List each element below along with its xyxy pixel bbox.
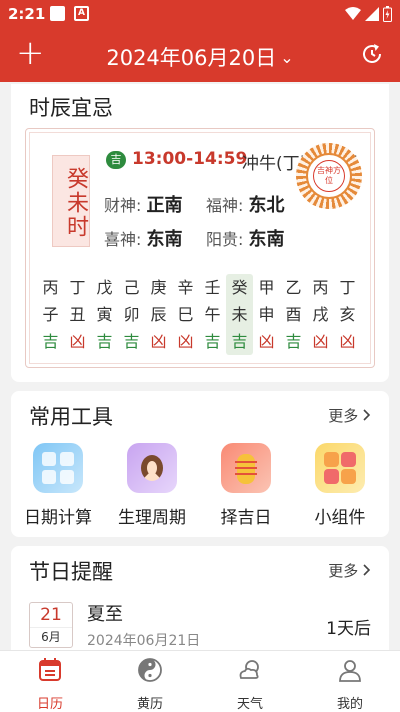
nav-item-weather[interactable]: 天气 xyxy=(200,651,300,712)
date-selector[interactable]: 2024年06月20日 ⌄ xyxy=(0,42,400,72)
profile-icon xyxy=(339,660,361,682)
tool-date-calc[interactable]: 日期计算 xyxy=(11,443,105,528)
wifi-icon xyxy=(345,7,361,20)
calculator-icon xyxy=(33,443,83,493)
time-range: 13:00-14:59 xyxy=(132,149,248,169)
battery-icon xyxy=(383,6,392,22)
header-date: 2024年06月20日 xyxy=(106,46,277,70)
hour-column[interactable]: 丁亥凶 xyxy=(334,274,361,355)
calendar-icon xyxy=(39,658,61,681)
hour-column[interactable]: 戊寅吉 xyxy=(91,274,118,355)
hour-column[interactable]: 己卯吉 xyxy=(118,274,145,355)
tool-widgets[interactable]: 小组件 xyxy=(293,443,387,528)
status-time: 2:21 xyxy=(8,5,46,23)
nav-item-almanac[interactable]: 黄历 xyxy=(100,651,200,712)
tool-label: 日期计算 xyxy=(24,508,92,528)
hour-column[interactable]: 壬午吉 xyxy=(199,274,226,355)
hour-grid: 丙子吉 丁丑凶 戊寅吉 己卯吉 庚辰凶 辛巳凶 壬午吉 癸未吉 甲申凶 乙酉吉 … xyxy=(37,274,361,355)
festival-more-link[interactable]: 更多 xyxy=(328,560,371,581)
chevron-right-icon xyxy=(363,409,371,421)
tool-auspicious-day[interactable]: 择吉日 xyxy=(199,443,293,528)
nav-item-calendar[interactable]: 日历 xyxy=(0,651,100,712)
lantern-icon xyxy=(221,443,271,493)
chevron-down-icon: ⌄ xyxy=(280,48,294,67)
tool-cycle[interactable]: 生理周期 xyxy=(105,443,199,528)
puzzle-icon xyxy=(315,443,365,493)
festival-title: 节日提醒 xyxy=(29,560,113,584)
festival-countdown: 1天后 xyxy=(326,619,371,639)
hour-column[interactable]: 丙子吉 xyxy=(37,274,64,355)
chevron-right-icon xyxy=(363,564,371,576)
refresh-icon[interactable] xyxy=(360,42,384,66)
notification-icon xyxy=(50,6,65,21)
god-direction-wealth: 财神: 正南 xyxy=(104,195,183,216)
status-bar: 2:21 A xyxy=(0,0,400,28)
festival-card: 节日提醒 更多 21 6月 夏至 2024年06月21日 1天后 xyxy=(11,546,389,666)
tools-card: 常用工具 更多 日期计算 生理周期 择吉日 小组件 xyxy=(11,391,389,537)
festival-date-box: 21 6月 xyxy=(29,602,73,648)
wheel-label: 吉神方位 xyxy=(313,160,345,192)
hour-column-active[interactable]: 癸未吉 xyxy=(226,274,253,355)
app-header: + 2024年06月20日 ⌄ xyxy=(0,28,400,82)
festival-name: 夏至 xyxy=(87,604,123,625)
weather-icon xyxy=(239,660,259,679)
hour-column[interactable]: 甲申凶 xyxy=(253,274,280,355)
hour-column[interactable]: 庚辰凶 xyxy=(145,274,172,355)
god-direction-joy: 喜神: 东南 xyxy=(104,229,183,250)
tools-more-link[interactable]: 更多 xyxy=(328,405,371,426)
hour-column[interactable]: 辛巳凶 xyxy=(172,274,199,355)
nav-item-profile[interactable]: 我的 xyxy=(300,651,400,712)
tool-label: 择吉日 xyxy=(220,508,272,528)
hour-column[interactable]: 丙戌凶 xyxy=(307,274,334,355)
luck-badge: 吉 xyxy=(106,151,126,169)
current-hour-seal: 癸未时 xyxy=(52,155,90,247)
god-direction-fortune: 福神: 东北 xyxy=(206,195,285,216)
hour-column[interactable]: 乙酉吉 xyxy=(280,274,307,355)
god-direction-noble: 阳贵: 东南 xyxy=(206,229,285,250)
tool-label: 生理周期 xyxy=(118,508,186,528)
shichen-card[interactable]: 时辰宜忌 癸未时 吉 13:00-14:59 冲牛(丁丑)煞西 财神: 正南 福… xyxy=(11,84,389,382)
tools-title: 常用工具 xyxy=(29,405,113,429)
festival-date: 2024年06月21日 xyxy=(87,633,201,649)
woman-icon xyxy=(127,443,177,493)
hour-column[interactable]: 丁丑凶 xyxy=(64,274,91,355)
direction-wheel-icon[interactable]: 吉神方位 xyxy=(296,143,362,209)
signal-icon xyxy=(365,7,379,21)
app-notification-icon: A xyxy=(74,6,89,21)
shichen-title: 时辰宜忌 xyxy=(29,96,113,120)
bottom-nav: 日历 黄历 天气 我的 xyxy=(0,650,400,712)
tool-label: 小组件 xyxy=(314,508,366,528)
yin-yang-icon xyxy=(138,658,162,682)
